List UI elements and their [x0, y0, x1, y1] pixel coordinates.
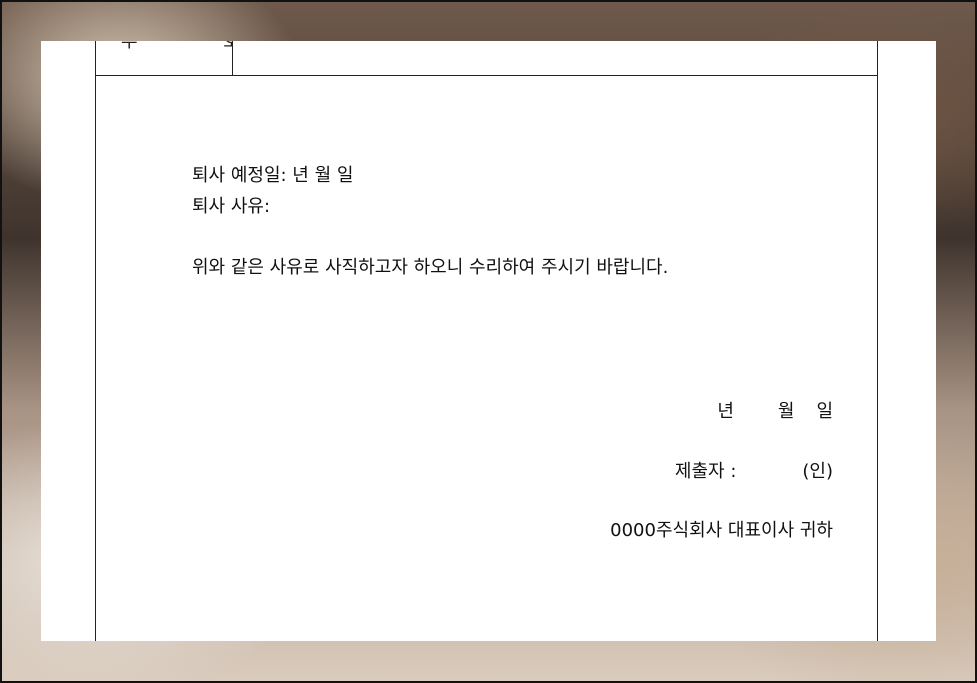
sign-date-year: 년 [717, 401, 734, 422]
resign-date-line: 퇴사 예정일: 년 월 일 [192, 165, 354, 186]
form-outer-border [95, 41, 878, 641]
form-header-label-cell: 부 호 [95, 41, 233, 76]
submitter-line: 제출자 : (인) [675, 463, 833, 481]
request-sentence: 위와 같은 사유로 사직하고자 하오니 수리하여 주시기 바랍니다. [192, 257, 669, 278]
sign-date-day: 일 [816, 401, 833, 422]
seal-label: (인) [802, 461, 833, 482]
form-header-row: 부 호 [95, 41, 878, 76]
form-header-label: 부 호 [121, 41, 232, 52]
recipient-line: 0000주식회사 대표이사 귀하 [610, 520, 833, 541]
resign-reason-line: 퇴사 사유: [192, 196, 271, 217]
resignation-letter-page: 부 호 퇴사 예정일: 년 월 일 퇴사 사유: 위와 같은 사유로 사직하고자… [41, 41, 936, 641]
signature-date: 년 월일 [717, 403, 833, 421]
submitter-label: 제출자 : [674, 461, 737, 482]
sign-date-month: 월 [777, 401, 795, 422]
